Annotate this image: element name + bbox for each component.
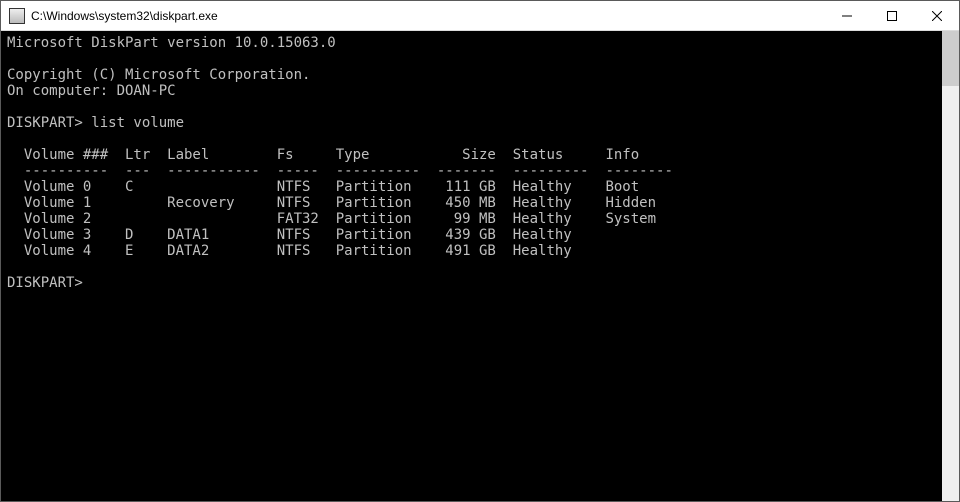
minimize-icon — [842, 11, 852, 21]
minimize-button[interactable] — [824, 1, 869, 30]
terminal-output[interactable]: Microsoft DiskPart version 10.0.15063.0 … — [1, 31, 942, 501]
maximize-button[interactable] — [869, 1, 914, 30]
app-icon — [9, 8, 25, 24]
maximize-icon — [887, 11, 897, 21]
close-icon — [932, 11, 942, 21]
window-controls — [824, 1, 959, 30]
close-button[interactable] — [914, 1, 959, 30]
titlebar[interactable]: C:\Windows\system32\diskpart.exe — [1, 1, 959, 31]
app-window: C:\Windows\system32\diskpart.exe Microso… — [0, 0, 960, 502]
client-area: Microsoft DiskPart version 10.0.15063.0 … — [1, 31, 959, 501]
window-title: C:\Windows\system32\diskpart.exe — [31, 9, 824, 23]
vertical-scrollbar[interactable] — [942, 31, 959, 501]
scrollbar-thumb[interactable] — [942, 31, 959, 86]
